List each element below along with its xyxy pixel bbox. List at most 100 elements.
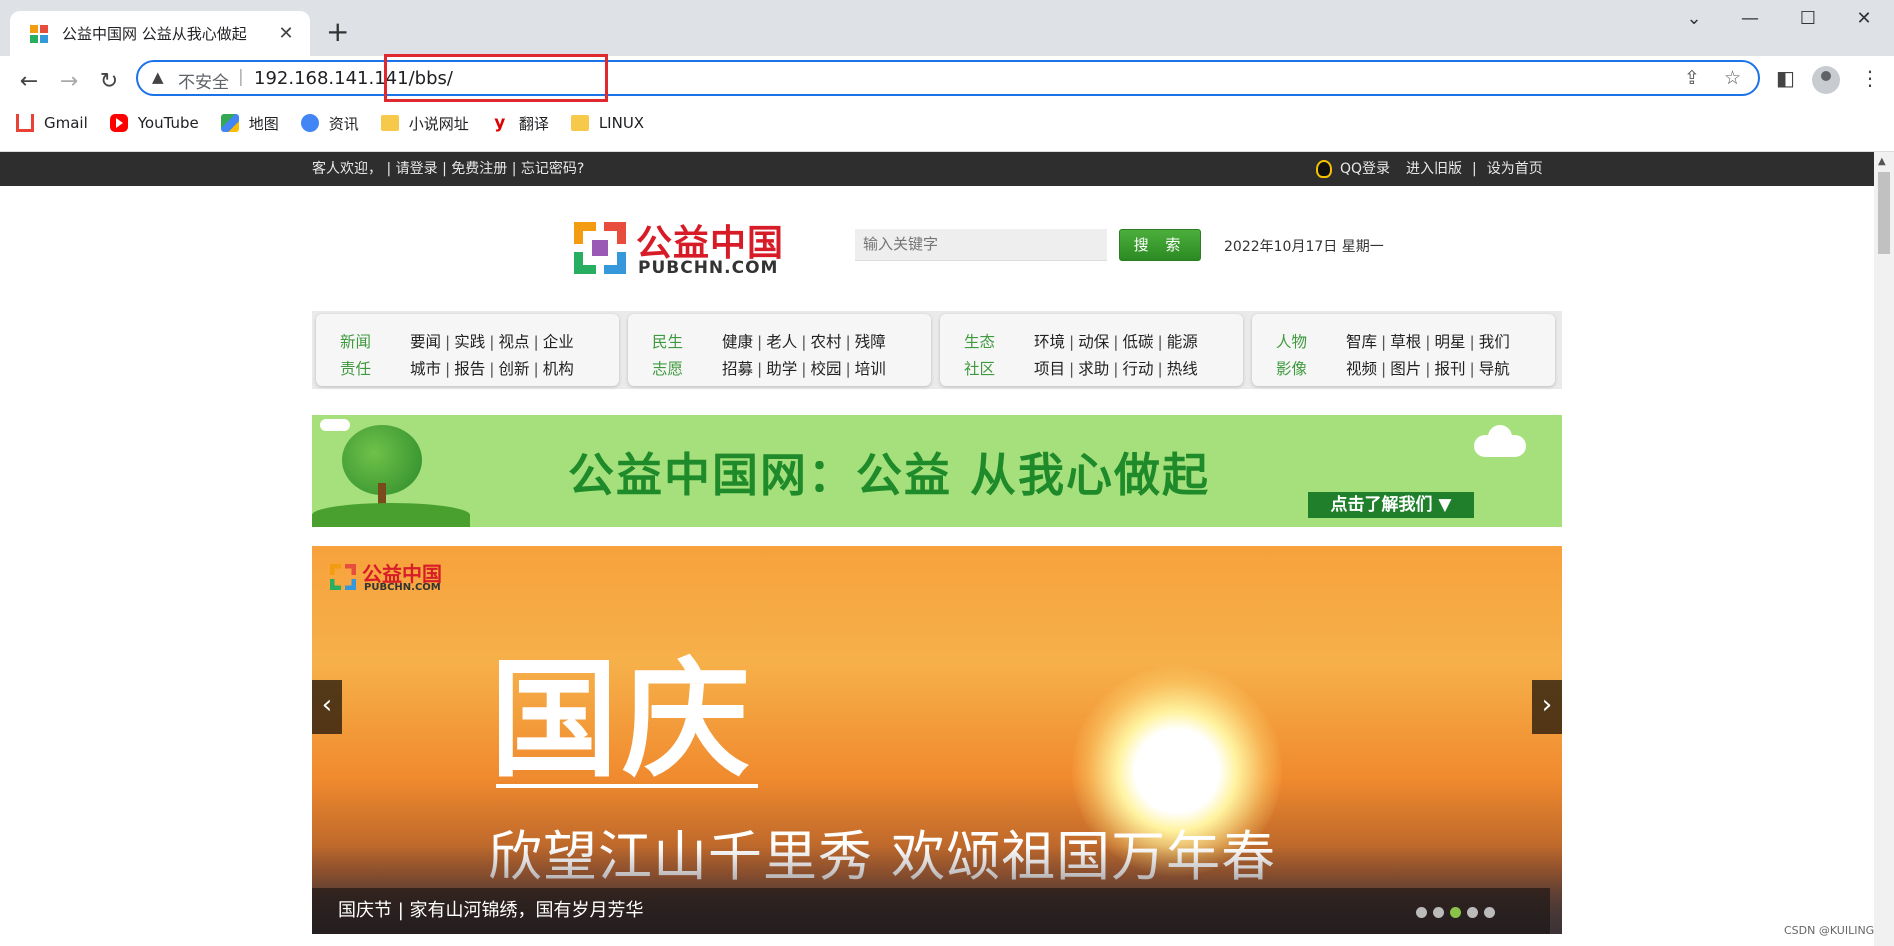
tab-strip: 公益中国网 公益从我心做起 ✕ + ⌄ — ☐ ✕ <box>0 0 1894 56</box>
bookmark-label: 小说网址 <box>408 114 469 133</box>
bookmark-gmail[interactable]: Gmail <box>16 114 88 132</box>
new-tab-button[interactable]: + <box>326 16 349 48</box>
nav-link[interactable]: 校园 <box>811 360 842 378</box>
address-bar[interactable]: ▲ 不安全 | 192.168.141.141/bbs/ ⇪ ☆ <box>136 54 1760 102</box>
bookmark-youtube[interactable]: YouTube <box>109 114 199 132</box>
nav-link[interactable]: 草根 <box>1390 333 1421 351</box>
nav-link[interactable]: 老人 <box>766 333 797 351</box>
set-home-link[interactable]: 设为首页 <box>1487 152 1543 186</box>
nav-link[interactable]: 报刊 <box>1435 360 1466 378</box>
nav-link[interactable]: 行动 <box>1123 360 1154 378</box>
forward-icon[interactable]: → <box>54 66 84 98</box>
profile-icon[interactable] <box>1812 66 1840 94</box>
nav-link[interactable]: 明星 <box>1435 333 1466 351</box>
reload-icon[interactable]: ↻ <box>94 66 124 98</box>
nav-link[interactable]: 实践 <box>454 333 485 351</box>
site-logo[interactable]: 公益中国 PUBCHN.COM <box>570 214 790 280</box>
nav-link[interactable]: 残障 <box>855 333 886 351</box>
warning-icon[interactable]: ▲ <box>152 68 164 86</box>
slider-dot[interactable] <box>1450 907 1461 918</box>
tab-close-icon[interactable]: ✕ <box>274 23 298 44</box>
menu-icon[interactable]: ⋮ <box>1860 66 1880 90</box>
bookmark-translate[interactable]: y 翻译 <box>491 113 549 134</box>
nav-link[interactable]: 热线 <box>1167 360 1198 378</box>
nav-link[interactable]: 农村 <box>811 333 842 351</box>
nav-link[interactable]: 要闻 <box>410 333 441 351</box>
learn-more-button[interactable]: 点击了解我们 ▼ <box>1308 492 1474 518</box>
nav-link[interactable]: 项目 <box>1034 360 1065 378</box>
minimize-icon[interactable]: — <box>1730 8 1770 29</box>
user-links: 客人欢迎， | 请登录 | 免费注册 | 忘记密码? <box>312 161 585 177</box>
nav-category[interactable]: 社区 <box>964 357 995 379</box>
nav-link[interactable]: 视点 <box>499 333 530 351</box>
side-panel-icon[interactable]: ◧ <box>1776 66 1795 90</box>
close-window-icon[interactable]: ✕ <box>1844 8 1884 29</box>
nav-link[interactable]: 图片 <box>1390 360 1421 378</box>
search-input[interactable] <box>855 229 1107 261</box>
nav-category[interactable]: 民生 <box>652 330 683 352</box>
folder-icon <box>380 115 399 131</box>
tab-list-icon[interactable]: ⌄ <box>1674 8 1714 29</box>
nav-category[interactable]: 人物 <box>1276 330 1307 352</box>
qq-icon <box>1316 160 1332 178</box>
nav-category[interactable]: 影像 <box>1276 357 1307 379</box>
nav-link[interactable]: 视频 <box>1346 360 1377 378</box>
slider-dot[interactable] <box>1467 907 1478 918</box>
address-separator: | <box>238 67 244 87</box>
nav-category[interactable]: 责任 <box>340 357 371 379</box>
slider-dot[interactable] <box>1484 907 1495 918</box>
nav-link[interactable]: 导航 <box>1479 360 1510 378</box>
nav-link[interactable]: 求助 <box>1078 360 1109 378</box>
nav-link[interactable]: 低碳 <box>1123 333 1154 351</box>
star-icon[interactable]: ☆ <box>1724 67 1741 89</box>
nav-link[interactable]: 企业 <box>543 333 574 351</box>
search-button[interactable]: 搜 索 <box>1119 229 1201 261</box>
browser-toolbar: ← → ↻ ▲ 不安全 | 192.168.141.141/bbs/ ⇪ ☆ ◧… <box>0 54 1894 152</box>
qq-login-link[interactable]: QQ登录 <box>1340 152 1390 186</box>
nav-category[interactable]: 新闻 <box>340 330 371 352</box>
maximize-icon[interactable]: ☐ <box>1788 8 1828 29</box>
nav-link[interactable]: 培训 <box>855 360 886 378</box>
image-slider[interactable]: 公益中国 PUBCHN.COM 国庆 欣望江山千里秀 欢颂祖国万年春 ‹ › 国… <box>312 546 1562 934</box>
nav-link[interactable]: 报告 <box>454 360 485 378</box>
scroll-up-icon[interactable]: ▲ <box>1878 156 1886 167</box>
nav-group-people: 人物 影像 智库 | 草根 | 明星 | 我们 视频 | 图片 | 报刊 | 导航 <box>1252 314 1555 386</box>
nav-group-news: 新闻 责任 要闻 | 实践 | 视点 | 企业 城市 | 报告 | 创新 | 机构 <box>316 314 619 386</box>
scrollbar-thumb[interactable] <box>1878 172 1890 254</box>
nav-link[interactable]: 动保 <box>1078 333 1109 351</box>
slider-next-icon[interactable]: › <box>1532 680 1562 734</box>
nav-link[interactable]: 健康 <box>722 333 753 351</box>
slider-prev-icon[interactable]: ‹ <box>312 680 342 734</box>
slide-logo: 公益中国 PUBCHN.COM <box>328 558 448 598</box>
nav-category[interactable]: 生态 <box>964 330 995 352</box>
forgot-password-link[interactable]: 忘记密码? <box>521 161 584 177</box>
login-link[interactable]: 请登录 <box>396 161 438 177</box>
back-icon[interactable]: ← <box>14 66 44 98</box>
bookmark-linux[interactable]: LINUX <box>570 114 644 132</box>
nav-link[interactable]: 环境 <box>1034 333 1065 351</box>
nav-link[interactable]: 机构 <box>543 360 574 378</box>
bookmark-news[interactable]: 资讯 <box>300 113 359 134</box>
folder-icon <box>570 115 589 131</box>
bookmark-maps[interactable]: 地图 <box>220 113 279 134</box>
nav-link[interactable]: 创新 <box>499 360 530 378</box>
bookmark-novels[interactable]: 小说网址 <box>380 113 469 134</box>
slide-caption[interactable]: 国庆节 | 家有山河锦绣，国有岁月芳华 <box>312 888 1550 934</box>
security-label[interactable]: 不安全 <box>178 68 229 93</box>
nav-link[interactable]: 智库 <box>1346 333 1377 351</box>
slider-dot[interactable] <box>1433 907 1444 918</box>
nav-link[interactable]: 招募 <box>722 360 753 378</box>
nav-link[interactable]: 能源 <box>1167 333 1198 351</box>
nav-link[interactable]: 我们 <box>1479 333 1510 351</box>
share-icon[interactable]: ⇪ <box>1684 67 1700 89</box>
browser-tab[interactable]: 公益中国网 公益从我心做起 ✕ <box>10 11 310 56</box>
cloud-icon <box>1474 425 1526 457</box>
register-link[interactable]: 免费注册 <box>451 161 507 177</box>
old-version-link[interactable]: 进入旧版 <box>1406 152 1462 186</box>
nav-link[interactable]: 助学 <box>766 360 797 378</box>
nav-link[interactable]: 城市 <box>410 360 441 378</box>
promo-banner[interactable]: 公益中国网：公益 从我心做起 点击了解我们 ▼ <box>312 415 1562 527</box>
page-scrollbar[interactable]: ▲ <box>1874 152 1894 946</box>
nav-category[interactable]: 志愿 <box>652 357 683 379</box>
slider-dot[interactable] <box>1416 907 1427 918</box>
